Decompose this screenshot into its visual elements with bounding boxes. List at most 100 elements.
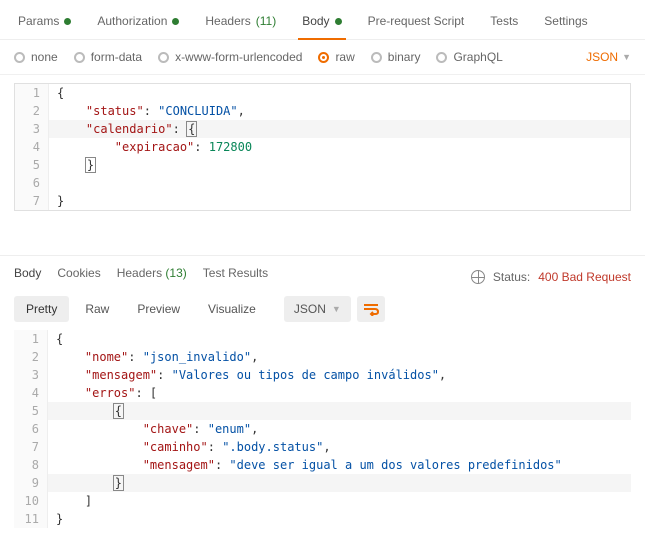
radio-icon [74, 52, 85, 63]
body-opt-raw[interactable]: raw [318, 50, 354, 64]
opt-label: none [31, 50, 58, 64]
line-number: 3 [15, 120, 49, 138]
line-number: 3 [14, 366, 48, 384]
line-number: 7 [15, 192, 49, 210]
status-dot-icon [172, 18, 179, 25]
radio-icon [14, 52, 25, 63]
radio-icon [318, 52, 329, 63]
body-opt-xwww[interactable]: x-www-form-urlencoded [158, 50, 302, 64]
opt-label: binary [388, 50, 421, 64]
code-token: { [187, 122, 196, 136]
response-view-bar: Pretty Raw Preview Visualize JSON ▼ [0, 288, 645, 330]
body-opt-none[interactable]: none [14, 50, 58, 64]
opt-label: form-data [91, 50, 142, 64]
line-number: 1 [15, 84, 49, 102]
line-number: 10 [14, 492, 48, 510]
code-token: { [57, 86, 64, 100]
body-opt-graphql[interactable]: GraphQL [436, 50, 502, 64]
code-token: "calendario" [86, 122, 173, 136]
tab-authorization[interactable]: Authorization [93, 8, 183, 40]
resp-tab-headers[interactable]: Headers (13) [117, 266, 187, 288]
code-token: "mensagem" [85, 368, 157, 382]
line-number: 4 [14, 384, 48, 402]
chevron-down-icon: ▼ [332, 304, 341, 314]
line-number: 11 [14, 510, 48, 528]
line-number: 8 [14, 456, 48, 474]
body-opt-binary[interactable]: binary [371, 50, 421, 64]
lang-label: JSON [586, 50, 618, 64]
tab-label: Authorization [97, 14, 167, 28]
globe-icon[interactable] [471, 270, 485, 284]
view-visualize[interactable]: Visualize [196, 296, 268, 322]
line-number: 9 [14, 474, 48, 492]
code-token: "deve ser igual a um dos valores predefi… [229, 458, 561, 472]
line-number: 2 [14, 348, 48, 366]
body-opt-formdata[interactable]: form-data [74, 50, 142, 64]
code-token: } [57, 194, 64, 208]
chevron-down-icon: ▼ [622, 52, 631, 62]
code-token: { [114, 404, 123, 418]
line-number: 6 [15, 174, 49, 192]
tab-label: Pre-request Script [368, 14, 465, 28]
body-lang-select[interactable]: JSON ▼ [586, 50, 631, 64]
tab-label: Settings [544, 14, 587, 28]
code-token: ".body.status" [222, 440, 323, 454]
opt-label: GraphQL [453, 50, 502, 64]
response-format-select[interactable]: JSON ▼ [284, 296, 351, 322]
view-pretty[interactable]: Pretty [14, 296, 69, 322]
line-number: 7 [14, 438, 48, 456]
tab-label: Params [18, 14, 59, 28]
request-tabs: Params Authorization Headers (11) Body P… [0, 0, 645, 40]
code-token: "enum" [208, 422, 251, 436]
status-label: Status: [493, 270, 530, 284]
resp-tab-body[interactable]: Body [14, 266, 41, 288]
tab-headers[interactable]: Headers (11) [201, 8, 280, 40]
status-value: 400 Bad Request [538, 270, 631, 284]
body-type-row: none form-data x-www-form-urlencoded raw… [0, 40, 645, 75]
code-token: 172800 [209, 140, 252, 154]
code-token: "chave" [143, 422, 194, 436]
code-token: "mensagem" [143, 458, 215, 472]
line-number: 2 [15, 102, 49, 120]
tab-body[interactable]: Body [298, 8, 345, 40]
headers-count: (13) [165, 266, 186, 280]
code-token: } [86, 158, 95, 172]
tab-settings[interactable]: Settings [540, 8, 591, 40]
fmt-label: JSON [294, 302, 326, 316]
tab-prerequest[interactable]: Pre-request Script [364, 8, 469, 40]
code-token: "status" [86, 104, 144, 118]
opt-label: x-www-form-urlencoded [175, 50, 302, 64]
request-body-editor[interactable]: 1{ 2 "status": "CONCLUIDA", 3 "calendari… [14, 83, 631, 211]
tab-tests[interactable]: Tests [486, 8, 522, 40]
code-token: "CONCLUIDA" [158, 104, 237, 118]
response-tabs: Body Cookies Headers (13) Test Results S… [0, 255, 645, 288]
tab-label: Tests [490, 14, 518, 28]
code-token: "Valores ou tipos de campo inválidos" [172, 368, 439, 382]
view-preview[interactable]: Preview [125, 296, 192, 322]
code-token: ] [85, 494, 92, 508]
line-number: 5 [15, 156, 49, 174]
code-token: "expiracao" [115, 140, 194, 154]
code-token: "erros" [85, 386, 136, 400]
line-number: 6 [14, 420, 48, 438]
line-number: 5 [14, 402, 48, 420]
code-token: "nome" [85, 350, 128, 364]
tab-label: Headers [205, 14, 250, 28]
code-token: } [114, 476, 123, 490]
view-raw[interactable]: Raw [73, 296, 121, 322]
radio-icon [436, 52, 447, 63]
tab-params[interactable]: Params [14, 8, 75, 40]
wrap-lines-button[interactable] [357, 296, 385, 322]
status-dot-icon [64, 18, 71, 25]
resp-tab-testresults[interactable]: Test Results [203, 266, 268, 288]
code-token: } [56, 512, 63, 526]
code-token: "json_invalido" [143, 350, 251, 364]
code-token: "caminho" [143, 440, 208, 454]
tab-label: Headers [117, 266, 162, 280]
tab-label: Body [302, 14, 329, 28]
resp-tab-cookies[interactable]: Cookies [57, 266, 100, 288]
response-body-editor[interactable]: 1{ 2 "nome": "json_invalido", 3 "mensage… [14, 330, 631, 528]
status-dot-icon [335, 18, 342, 25]
line-number: 1 [14, 330, 48, 348]
headers-count: (11) [256, 14, 276, 28]
